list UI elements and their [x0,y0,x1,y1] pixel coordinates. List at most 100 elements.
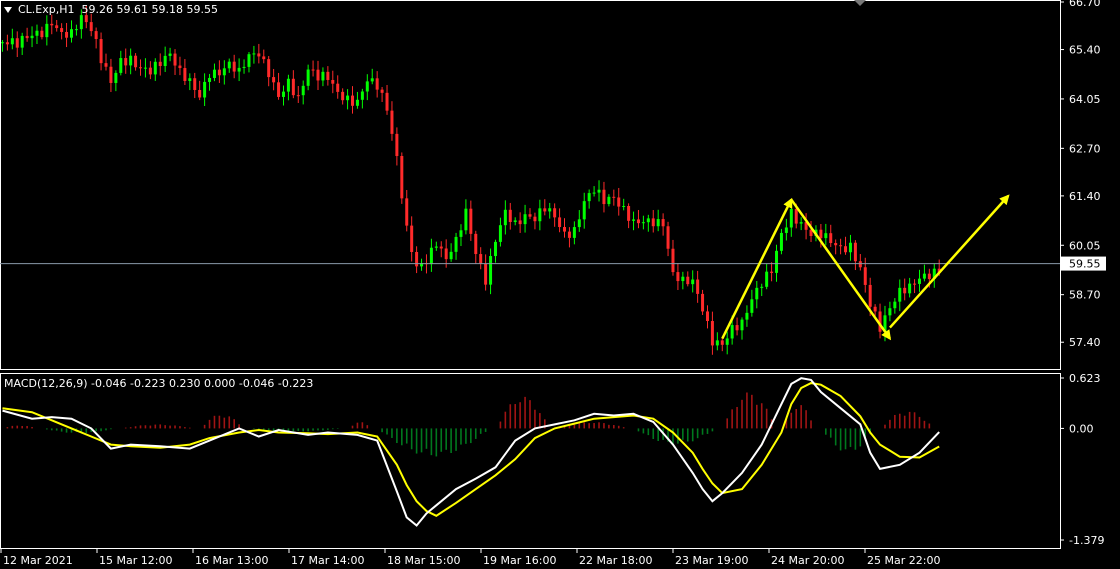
macd-line [2,377,940,527]
candle-body [143,67,147,69]
candle-body [607,196,611,205]
candle-body [227,61,231,69]
candle-body [498,225,502,242]
candle-body [84,15,88,23]
symbol-label: CL.Exp,H1 [18,3,75,16]
candle-body [301,85,305,96]
candle-body [868,284,872,307]
candle-body [434,246,438,248]
candle-body [74,29,78,31]
candle-body [454,236,458,252]
candle-body [543,208,547,212]
candle-body [913,283,917,285]
candle-body [632,219,636,221]
candle-body [267,59,271,78]
candle-body [232,61,236,72]
candle-body [242,66,246,68]
candle-body [203,81,207,98]
candle-body [903,287,907,294]
candle-body [65,31,69,38]
y-tick-label: 65.40 [1069,44,1101,57]
candle-body [617,197,621,207]
candle-body [153,61,157,75]
candle-body [355,99,359,106]
candle-body [651,218,655,227]
y-tick-label: 58.70 [1069,289,1101,302]
candle-body [370,78,374,82]
price-plot[interactable] [0,5,1060,355]
ohlc-readout: 59.26 59.61 59.18 59.55 [81,3,218,16]
candle-body [341,91,345,101]
x-tick-label: 22 Mar 18:00 [579,554,652,567]
candle-body [439,246,443,249]
candle-body [730,325,734,339]
candle-body [158,61,162,67]
candle-body [715,340,719,346]
x-tick-label: 16 Mar 13:00 [195,554,268,567]
candle-body [858,261,862,268]
candle-body [390,110,394,134]
candle-body [237,67,241,72]
candle-body [281,91,285,97]
candle-body [321,71,325,81]
candle-body [183,68,187,81]
price-chart[interactable]: 66.70 65.40 64.05 62.70 61.40 60.05 58.70 57.40… [0,0,1120,569]
candle-body [444,248,448,260]
candle-body [148,67,152,75]
candle-body [252,53,256,55]
candle-body [484,263,488,285]
candle-body [622,206,626,208]
candle-body [888,308,892,316]
candle-body [784,227,788,233]
candle-body [119,58,123,73]
candle-body [636,219,640,224]
current-price-label: 59.55 [1069,258,1101,271]
candle-body [198,89,202,98]
candle-body [104,63,108,67]
candle-body [351,95,355,106]
candle-body [587,193,591,202]
macd-plot[interactable] [2,377,940,527]
trend-arrow [721,197,793,340]
candle-body [415,251,419,267]
candle-body [0,42,4,44]
candle-body [646,218,650,223]
x-tick-label: 12 Mar 2021 [3,554,73,567]
candle-body [641,222,645,224]
candle-body [124,58,128,66]
candle-body [291,78,295,96]
candle-body [548,208,552,212]
y-tick-label: 62.70 [1069,142,1101,155]
candle-body [577,219,581,228]
candle-body [311,69,315,71]
macd-y-tick-label: 0.623 [1069,372,1101,385]
candle-body [212,69,216,78]
candle-body [656,219,660,227]
candle-body [898,287,902,302]
candle-body [489,256,493,285]
candle-body [55,25,59,29]
candle-body [60,28,64,32]
candle-body [582,201,586,220]
candle-body [316,69,320,81]
y-tick-label: 66.70 [1069,0,1101,9]
candle-body [720,340,724,345]
candle-body [696,279,700,294]
candle-body [15,38,19,48]
candle-body [188,78,192,81]
candle-body [493,241,497,257]
candle-body [129,55,133,66]
candle-body [326,71,330,80]
macd-header: MACD(12,26,9) -0.046 -0.223 0.230 0.000 … [4,377,314,390]
candle-body [794,209,798,224]
candle-body [45,23,49,38]
candle-body [691,279,695,285]
candle-body [286,78,290,92]
candle-body [755,287,759,300]
candle-body [558,217,562,228]
candle-body [572,227,576,238]
axes: 66.70 65.40 64.05 62.70 61.40 60.05 58.70 57.40… [0,0,1106,567]
chart-frame [0,0,1061,549]
dropdown-triangle-icon[interactable] [4,7,12,13]
candle-body [671,248,675,273]
